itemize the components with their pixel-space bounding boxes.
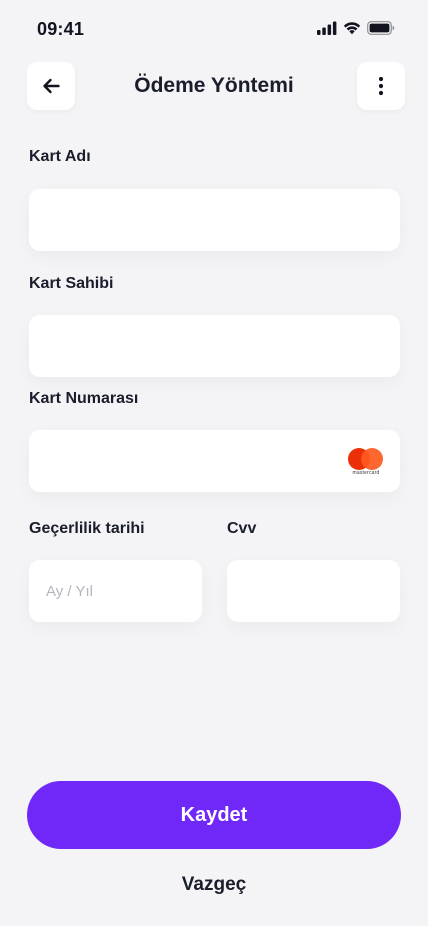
- card-number-input[interactable]: [29, 430, 400, 492]
- save-button[interactable]: Kaydet: [27, 781, 401, 849]
- cvv-field[interactable]: [227, 560, 400, 622]
- expiry-label: Geçerlilik tarihi: [29, 520, 145, 537]
- card-holder-input[interactable]: [29, 315, 400, 377]
- card-name-field[interactable]: [29, 189, 400, 251]
- card-number-label: Kart Numarası: [29, 390, 139, 407]
- battery-icon: [367, 21, 395, 35]
- cvv-label: Cvv: [227, 520, 257, 537]
- card-holder-label: Kart Sahibi: [29, 275, 114, 292]
- more-vertical-icon: [378, 76, 384, 96]
- cvv-input[interactable]: [227, 560, 400, 622]
- wifi-icon: [343, 22, 361, 35]
- mastercard-circle-orange: [361, 448, 383, 470]
- status-time: 09:41: [37, 19, 85, 39]
- card-name-label: Kart Adı: [29, 148, 91, 165]
- mastercard-logo-icon: mastercard: [348, 448, 384, 476]
- expiry-input[interactable]: [29, 560, 202, 622]
- more-options-button[interactable]: [357, 62, 405, 110]
- card-holder-field[interactable]: [29, 315, 400, 377]
- status-icons: [317, 21, 395, 35]
- card-number-field[interactable]: mastercard: [29, 430, 400, 492]
- status-bar: 09:41: [0, 0, 428, 56]
- expiry-field[interactable]: [29, 560, 202, 622]
- app-header: Ödeme Yöntemi: [0, 62, 428, 112]
- payment-method-screen: 09:41 Ödeme Yöntemi Kart Adı Kart Sahibi…: [0, 0, 428, 926]
- card-name-input[interactable]: [29, 189, 400, 251]
- cancel-button[interactable]: Vazgeç: [0, 874, 428, 896]
- mastercard-logo-text: mastercard: [352, 470, 380, 476]
- cellular-signal-icon: [317, 21, 337, 35]
